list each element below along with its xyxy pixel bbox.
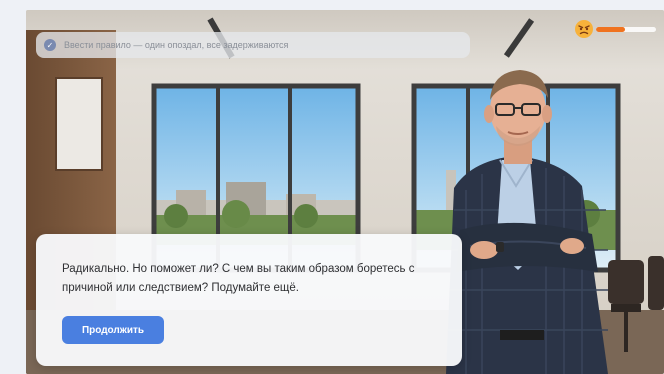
continue-button[interactable]: Продолжить xyxy=(62,316,164,344)
game-viewport: ✓ Ввести правило — один опоздал, все зад… xyxy=(26,10,664,374)
angry-face-icon xyxy=(575,20,593,38)
check-icon: ✓ xyxy=(44,39,56,51)
dialog-text: Радикально. Но поможет ли? С чем вы таки… xyxy=(62,263,415,294)
mood-bar xyxy=(596,26,656,32)
mood-meter xyxy=(574,18,664,40)
selected-choice-pill: ✓ Ввести правило — один опоздал, все зад… xyxy=(36,32,470,58)
dialog-box: Радикально. Но поможет ли? С чем вы таки… xyxy=(36,234,462,366)
selected-choice-text: Ввести правило — один опоздал, все задер… xyxy=(64,40,289,50)
mood-bar-fill xyxy=(596,26,625,32)
